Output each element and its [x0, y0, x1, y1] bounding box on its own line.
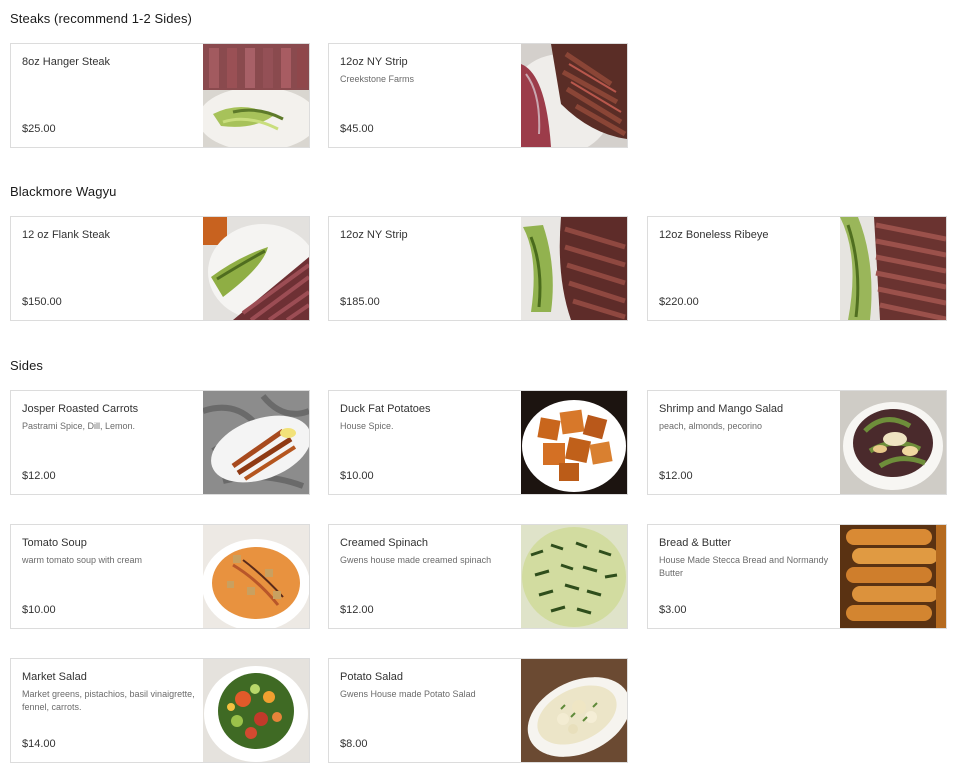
item-name: Tomato Soup [22, 537, 87, 549]
item-price: $10.00 [340, 470, 374, 482]
item-description: Gwens House made Potato Salad [340, 689, 476, 699]
item-price: $3.00 [659, 604, 687, 616]
creamed-spinach-image [521, 525, 627, 628]
potato-salad-image [521, 659, 627, 762]
item-name: 12oz NY Strip [340, 229, 408, 241]
steak-plate-image [203, 44, 309, 147]
item-price: $14.00 [22, 738, 56, 750]
item-name: Market Salad [22, 671, 87, 683]
ribeye-image [840, 217, 946, 320]
item-name: 12oz NY Strip [340, 56, 408, 68]
item-price: $185.00 [340, 296, 380, 308]
item-description: Pastrami Spice, Dill, Lemon. [22, 421, 136, 431]
menu-item-card[interactable]: 12oz NY Strip Creekstone Farms $45.00 [328, 43, 628, 148]
wagyu-strip-image [521, 217, 627, 320]
item-name: Creamed Spinach [340, 537, 429, 549]
item-price: $12.00 [22, 470, 56, 482]
item-price: $150.00 [22, 296, 62, 308]
item-price: $220.00 [659, 296, 699, 308]
bread-image [840, 525, 946, 628]
carrots-image [203, 391, 309, 494]
menu-item-card[interactable]: 12oz Boneless Ribeye $220.00 [647, 216, 947, 321]
menu-item-card[interactable]: Creamed Spinach Gwens house made creamed… [328, 524, 628, 629]
shrimp-salad-image [840, 391, 946, 494]
menu-item-card[interactable]: Tomato Soup warm tomato soup with cream … [10, 524, 310, 629]
menu-item-card[interactable]: Shrimp and Mango Salad peach, almonds, p… [647, 390, 947, 495]
item-price: $25.00 [22, 123, 56, 135]
menu-item-card[interactable]: 12 oz Flank Steak $150.00 [10, 216, 310, 321]
menu-item-card[interactable]: 8oz Hanger Steak $25.00 [10, 43, 310, 148]
menu-item-card[interactable]: Market Salad Market greens, pistachios, … [10, 658, 310, 763]
item-name: 8oz Hanger Steak [22, 56, 111, 68]
item-price: $10.00 [22, 604, 56, 616]
menu-item-card[interactable]: Josper Roasted Carrots Pastrami Spice, D… [10, 390, 310, 495]
item-description: warm tomato soup with cream [22, 555, 143, 565]
item-name: 12oz Boneless Ribeye [659, 229, 769, 241]
sliced-steak-image [521, 44, 627, 147]
item-name: Josper Roasted Carrots [22, 403, 139, 415]
section-title-wagyu: Blackmore Wagyu [10, 184, 117, 199]
item-description: Gwens house made creamed spinach [340, 555, 492, 565]
potatoes-image [521, 391, 627, 494]
menu-item-card[interactable]: Potato Salad Gwens House made Potato Sal… [328, 658, 628, 763]
section-title-steaks: Steaks (recommend 1-2 Sides) [10, 11, 192, 26]
item-name: Bread & Butter [659, 537, 732, 549]
item-description: Creekstone Farms [340, 74, 415, 84]
item-price: $8.00 [340, 738, 368, 750]
menu-item-card[interactable]: 12oz NY Strip $185.00 [328, 216, 628, 321]
item-name: Potato Salad [340, 671, 403, 683]
item-price: $12.00 [340, 604, 374, 616]
item-description: House Made Stecca Bread and Normandy But… [659, 555, 829, 578]
flank-steak-image [203, 217, 309, 320]
tomato-soup-image [203, 525, 309, 628]
item-description: Market greens, pistachios, basil vinaigr… [22, 689, 195, 712]
item-name: Duck Fat Potatoes [340, 403, 431, 415]
item-description: peach, almonds, pecorino [659, 421, 763, 431]
item-name: Shrimp and Mango Salad [659, 403, 784, 415]
section-title-sides: Sides [10, 358, 44, 373]
market-salad-image [203, 659, 309, 762]
item-price: $45.00 [340, 123, 374, 135]
item-name: 12 oz Flank Steak [22, 229, 111, 241]
menu-item-card[interactable]: Duck Fat Potatoes House Spice. $10.00 [328, 390, 628, 495]
item-description: House Spice. [340, 421, 394, 431]
menu-item-card[interactable]: Bread & Butter House Made Stecca Bread a… [647, 524, 947, 629]
item-price: $12.00 [659, 470, 693, 482]
